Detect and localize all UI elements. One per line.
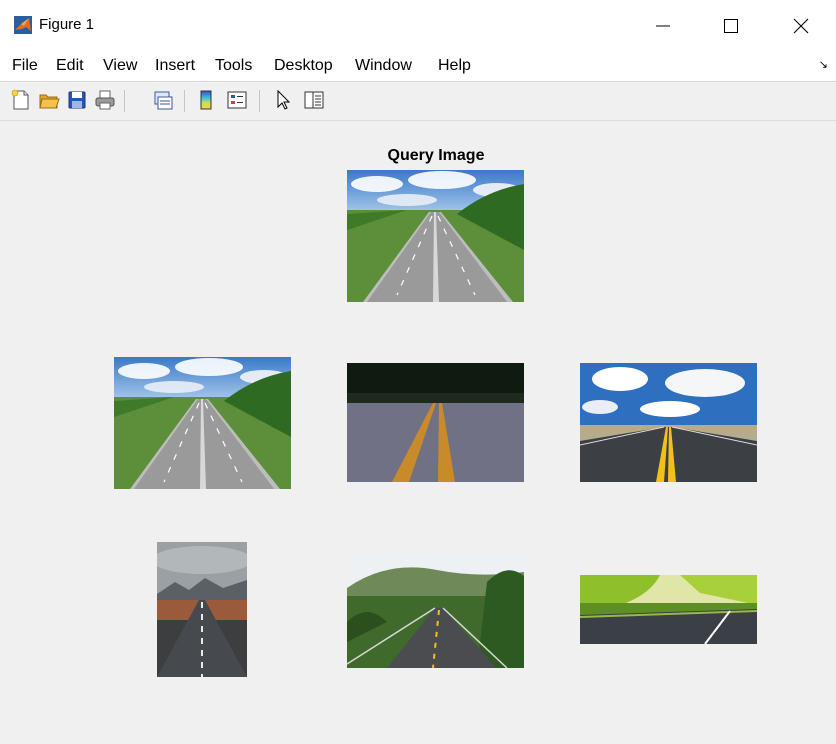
open-file-icon[interactable] <box>38 89 60 111</box>
minimize-button[interactable] <box>641 10 685 42</box>
menu-help[interactable]: Help <box>438 57 471 75</box>
link-plot-icon[interactable] <box>152 89 174 111</box>
close-icon <box>793 18 809 34</box>
dock-arrow-icon[interactable]: ↘ <box>819 58 828 71</box>
query-image-title: Query Image <box>387 147 485 164</box>
toolbar-separator <box>184 90 185 112</box>
maximize-icon <box>724 19 738 33</box>
figure-toolbar <box>0 82 836 121</box>
window-title: Figure 1 <box>39 16 95 33</box>
minimize-icon <box>656 25 670 27</box>
menu-edit[interactable]: Edit <box>56 57 84 75</box>
result-image-1 <box>114 357 291 489</box>
menu-desktop[interactable]: Desktop <box>274 57 333 75</box>
menu-window[interactable]: Window <box>355 57 412 75</box>
close-button[interactable] <box>779 10 823 42</box>
new-figure-icon[interactable] <box>10 89 32 111</box>
print-icon[interactable] <box>94 89 116 111</box>
result-image-4 <box>157 542 247 677</box>
maximize-button[interactable] <box>709 10 753 42</box>
menu-tools[interactable]: Tools <box>215 57 252 75</box>
colorbar-icon[interactable] <box>195 89 217 111</box>
query-image <box>347 170 524 302</box>
menu-bar: File Edit View Insert Tools Desktop Wind… <box>0 50 836 82</box>
toolbar-separator <box>259 90 260 112</box>
menu-view[interactable]: View <box>103 57 137 75</box>
result-image-6 <box>580 575 757 644</box>
toolbar-separator <box>124 90 125 112</box>
menu-file[interactable]: File <box>12 57 38 75</box>
result-image-3 <box>580 363 757 482</box>
save-icon[interactable] <box>66 89 88 111</box>
result-image-5 <box>347 552 524 668</box>
select-arrow-icon[interactable] <box>272 89 294 111</box>
window-title-bar: Figure 1 <box>0 0 836 50</box>
result-image-2 <box>347 363 524 482</box>
matlab-logo-icon <box>14 16 32 34</box>
menu-insert[interactable]: Insert <box>155 57 195 75</box>
legend-icon[interactable] <box>226 89 248 111</box>
property-inspector-icon[interactable] <box>303 89 325 111</box>
